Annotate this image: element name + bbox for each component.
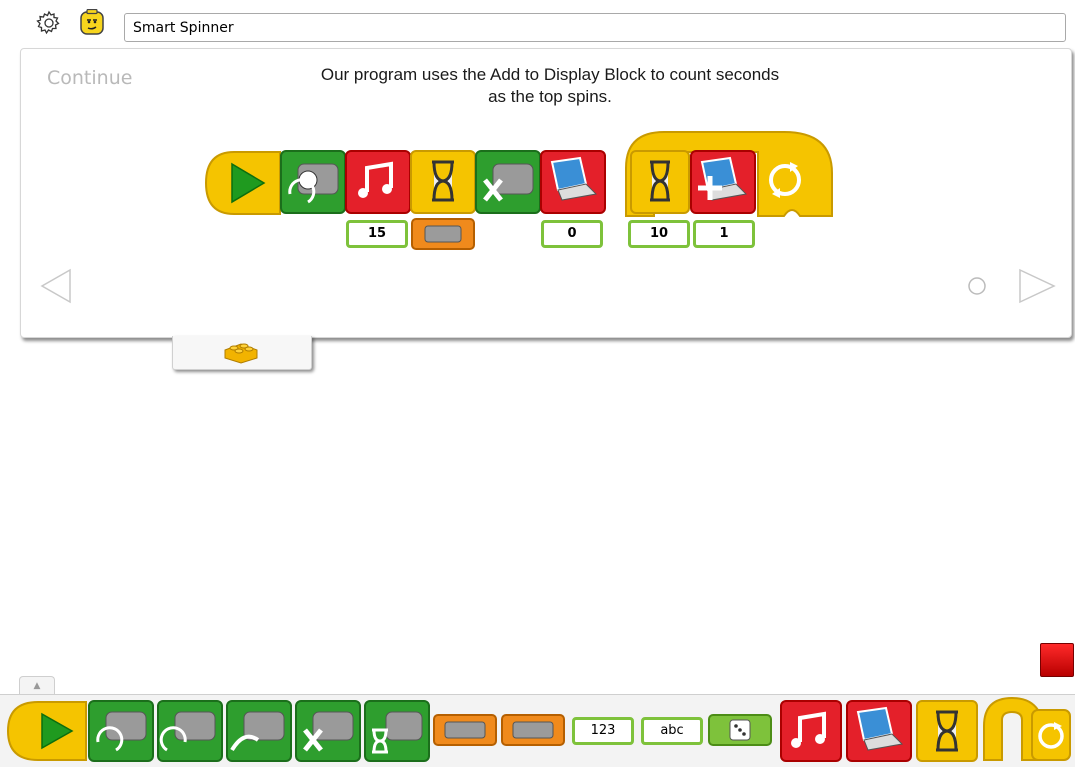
- palette-motor-off-block[interactable]: [295, 700, 361, 762]
- instruction-line-1: Our program uses the Add to Display Bloc…: [320, 65, 780, 84]
- palette-motor-on-for-block[interactable]: [364, 700, 430, 762]
- project-title-field[interactable]: Smart Spinner: [124, 13, 1066, 42]
- page-indicator-dot[interactable]: [967, 276, 987, 296]
- play-sound-block[interactable]: [345, 150, 411, 214]
- wait-number-input[interactable]: 10: [628, 220, 690, 248]
- palette-start-block[interactable]: [6, 700, 88, 762]
- continue-link[interactable]: Continue: [47, 67, 132, 89]
- motor-this-way-block[interactable]: [280, 150, 346, 214]
- instruction-line-2: as the top spins.: [488, 87, 612, 106]
- instruction-text: Our program uses the Add to Display Bloc…: [200, 64, 900, 108]
- palette-motor-power-block[interactable]: [226, 700, 292, 762]
- repeat-icon[interactable]: [760, 150, 810, 214]
- palette-number-input[interactable]: 123: [572, 717, 634, 745]
- start-block[interactable]: [204, 150, 282, 216]
- palette-text-input[interactable]: abc: [641, 717, 703, 745]
- palette-toggle-button[interactable]: ▲: [19, 676, 55, 696]
- sound-number-input[interactable]: 15: [346, 220, 408, 248]
- palette-motor-that-way-block[interactable]: [157, 700, 223, 762]
- add-to-display-block[interactable]: [690, 150, 756, 214]
- palette-distance-sensor-input[interactable]: [501, 714, 565, 746]
- palette-tilt-sensor-input[interactable]: [433, 714, 497, 746]
- next-page-arrow-icon[interactable]: [1018, 268, 1056, 304]
- previous-page-arrow-icon[interactable]: [40, 268, 72, 304]
- palette-display-block[interactable]: [846, 700, 912, 762]
- lego-brick-icon[interactable]: [222, 340, 260, 364]
- palette-play-sound-block[interactable]: [780, 700, 842, 762]
- palette-random-input[interactable]: [708, 714, 772, 746]
- palette-repeat-block[interactable]: [982, 696, 1072, 762]
- wait-for-block[interactable]: [630, 150, 690, 214]
- settings-gear-icon[interactable]: [36, 10, 62, 36]
- stop-button[interactable]: [1040, 643, 1074, 677]
- motor-off-block[interactable]: [475, 150, 541, 214]
- palette-motor-this-way-block[interactable]: [88, 700, 154, 762]
- wait-for-block[interactable]: [410, 150, 476, 214]
- palette-wait-for-block[interactable]: [916, 700, 978, 762]
- tilt-sensor-input[interactable]: [411, 218, 475, 250]
- display-number-input[interactable]: 0: [541, 220, 603, 248]
- add-number-input[interactable]: 1: [693, 220, 755, 248]
- display-block[interactable]: [540, 150, 606, 214]
- minifig-face-icon[interactable]: [78, 8, 106, 37]
